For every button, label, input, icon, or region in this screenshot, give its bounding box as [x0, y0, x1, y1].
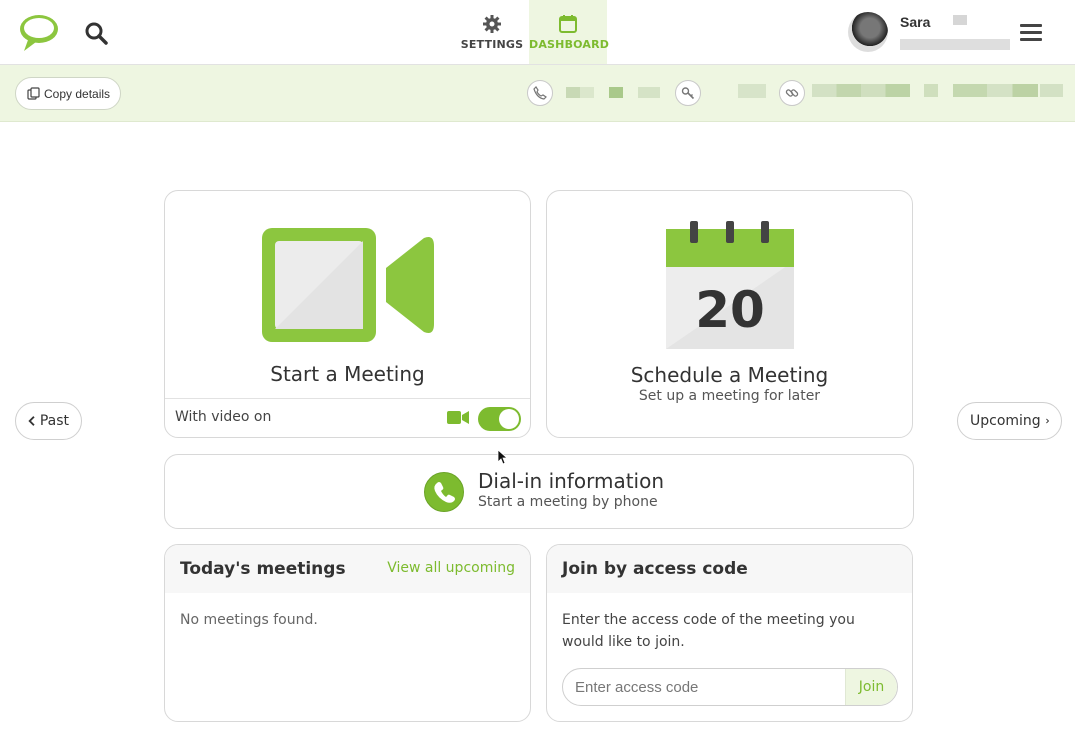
redacted-email	[900, 39, 1010, 50]
redacted-link	[953, 84, 1038, 97]
chevron-right-icon	[1045, 418, 1049, 424]
past-label: Past	[39, 413, 69, 429]
join-instructions: Enter the access code of the meeting you…	[562, 612, 855, 650]
start-meeting-card: Start a Meeting With video on	[164, 190, 531, 438]
avatar[interactable]	[848, 12, 888, 52]
mouse-cursor-icon	[497, 449, 507, 465]
view-all-upcoming-link[interactable]: View all upcoming	[387, 560, 515, 576]
video-toggle[interactable]	[478, 407, 521, 431]
phone-icon	[527, 80, 553, 106]
meeting-info-bar: Copy details	[0, 65, 1075, 122]
link-icon	[779, 80, 805, 106]
copy-icon	[27, 87, 40, 100]
join-by-code-title: Join by access code	[562, 559, 748, 579]
tab-settings-label: SETTINGS	[460, 38, 524, 51]
video-option-row: With video on	[165, 398, 530, 437]
upcoming-label: Upcoming	[970, 413, 1041, 429]
access-code-field: Join	[562, 668, 898, 706]
tab-dashboard[interactable]: DASHBOARD	[529, 0, 610, 64]
todays-meetings-body: No meetings found.	[165, 593, 530, 647]
calendar-icon	[559, 15, 577, 33]
dial-in-title: Dial-in information	[478, 469, 665, 493]
phone-circle-icon	[424, 472, 464, 512]
copy-details-button[interactable]: Copy details	[15, 77, 122, 110]
no-meetings-text: No meetings found.	[180, 612, 318, 628]
todays-meetings-title: Today's meetings	[180, 559, 346, 579]
start-meeting-title: Start a Meeting	[270, 362, 425, 386]
video-option-label: With video on	[175, 409, 272, 425]
todays-meetings-panel: Today's meetings View all upcoming No me…	[164, 544, 531, 722]
search-icon[interactable]	[84, 21, 108, 45]
tab-settings[interactable]: SETTINGS	[453, 0, 531, 64]
join-button[interactable]: Join	[845, 669, 897, 705]
join-by-code-body: Enter the access code of the meeting you…	[547, 593, 912, 669]
redacted-link	[812, 84, 910, 97]
start-meeting-button[interactable]: Start a Meeting	[165, 191, 530, 399]
hamburger-menu-icon[interactable]	[1020, 24, 1042, 42]
join-by-code-panel: Join by access code Enter the access cod…	[546, 544, 913, 722]
dial-in-card[interactable]: Dial-in information Start a meeting by p…	[164, 454, 914, 529]
video-camera-icon	[262, 228, 434, 342]
join-by-code-header: Join by access code	[547, 545, 912, 593]
schedule-meeting-title: Schedule a Meeting	[630, 363, 829, 387]
copy-details-label: Copy details	[44, 86, 111, 101]
small-video-camera-icon	[447, 411, 469, 424]
access-code-input[interactable]	[563, 669, 845, 705]
upcoming-button[interactable]: Upcoming	[957, 402, 1062, 440]
redacted-text	[953, 15, 967, 25]
redacted-code	[738, 84, 766, 98]
todays-meetings-header: Today's meetings View all upcoming	[165, 545, 530, 593]
dial-in-subtitle: Start a meeting by phone	[478, 494, 658, 510]
past-button[interactable]: Past	[15, 402, 82, 440]
top-header: SETTINGS DASHBOARD Sara	[0, 0, 1075, 65]
gear-icon	[483, 15, 501, 33]
redacted-phone	[609, 87, 623, 98]
schedule-meeting-subtitle: Set up a meeting for later	[638, 388, 821, 404]
schedule-meeting-card[interactable]: 20 Schedule a Meeting Set up a meeting f…	[546, 190, 913, 438]
user-name: Sara	[900, 14, 931, 30]
tab-dashboard-label: DASHBOARD	[529, 38, 610, 51]
redacted-phone	[638, 87, 660, 98]
redacted-link	[924, 84, 938, 97]
redacted-phone	[566, 87, 594, 98]
key-icon	[675, 80, 701, 106]
speech-bubble-logo-icon[interactable]	[18, 13, 60, 53]
calendar-20-icon: 20	[666, 221, 794, 349]
redacted-link	[1040, 84, 1063, 97]
chevron-left-icon	[28, 416, 35, 426]
calendar-day-number: 20	[695, 281, 765, 339]
